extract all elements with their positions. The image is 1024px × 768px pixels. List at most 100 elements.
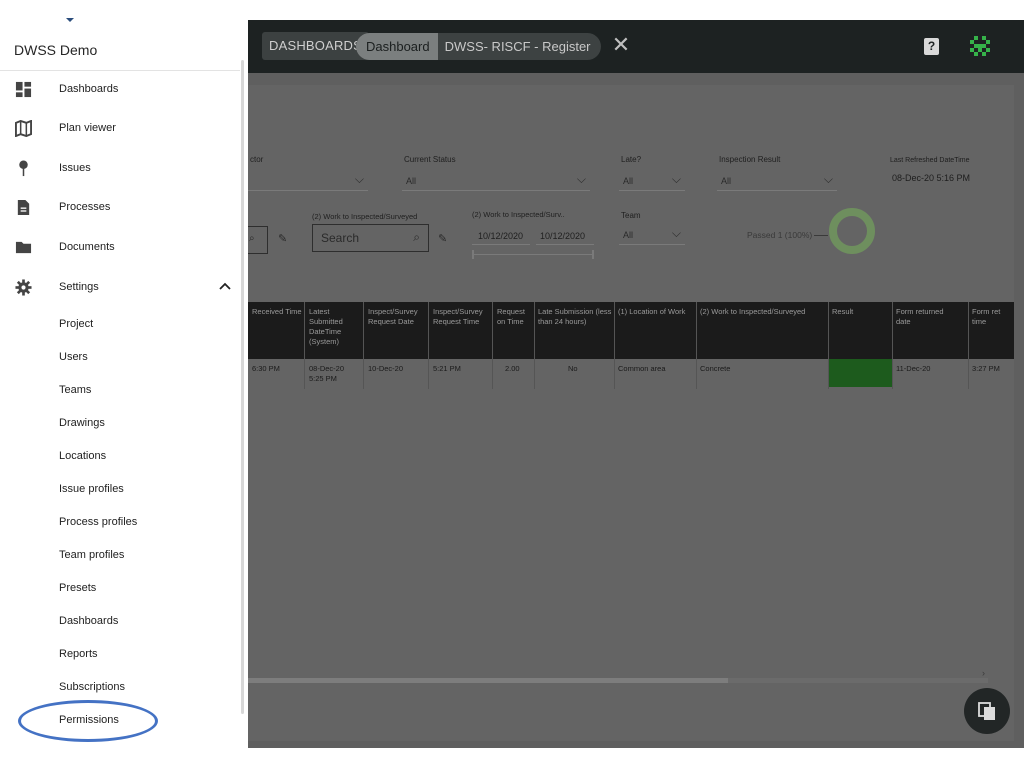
- slider-handle-right[interactable]: [592, 250, 594, 259]
- last-refreshed-value: 08-Dec-20 5:16 PM: [892, 173, 971, 183]
- th-location-of-work[interactable]: (1) Location of Work: [618, 307, 698, 317]
- date-to-input[interactable]: 10/12/2020: [536, 225, 594, 245]
- inspection-result-value: All: [721, 176, 732, 186]
- th-received-time[interactable]: Received Time: [252, 307, 302, 317]
- settings-item-reports[interactable]: Reports: [59, 648, 98, 660]
- date-from-value: 10/12/2020: [478, 231, 524, 241]
- th-form-returned-date[interactable]: Form returned date: [896, 307, 956, 327]
- search-icon: ⌕: [413, 230, 420, 244]
- chevron-down-icon: ⌵: [354, 172, 364, 186]
- pin-icon: [19, 160, 28, 177]
- settings-item-project[interactable]: Project: [59, 318, 93, 330]
- chevron-down-icon: ⌵: [823, 172, 833, 186]
- cell-request-on-time: 2.00: [505, 364, 520, 373]
- result-status-cell: [828, 359, 892, 387]
- nav-item-issues[interactable]: Issues: [0, 151, 240, 187]
- current-status-select[interactable]: All ⌵: [402, 171, 590, 191]
- cell-late-submission: No: [568, 364, 578, 373]
- settings-item-presets[interactable]: Presets: [59, 582, 96, 594]
- th-request-on-time[interactable]: Request on Time: [497, 307, 533, 327]
- dashboard-panel: ctor ⌵ Current Status All ⌵ Late? All ⌵ …: [248, 85, 1014, 741]
- eraser-icon[interactable]: ✎: [278, 232, 287, 245]
- close-icon[interactable]: ✕: [610, 34, 632, 56]
- breadcrumb: Dashboard DWSS- RISCF - Register: [356, 33, 601, 60]
- settings-item-subscriptions[interactable]: Subscriptions: [59, 681, 125, 693]
- last-refreshed-label: Last Refreshed DateTime: [890, 157, 970, 164]
- nav-item-settings[interactable]: Settings: [0, 270, 240, 306]
- scroll-right-icon[interactable]: ›: [982, 668, 985, 678]
- nav-item-label: Dashboards: [59, 83, 119, 95]
- avatar-icon[interactable]: [968, 34, 992, 58]
- chevron-down-icon: ⌵: [671, 172, 681, 186]
- dashboards-chip[interactable]: DASHBOARDS: [262, 32, 370, 60]
- permissions-highlight-annotation: [18, 700, 158, 742]
- map-icon: [15, 120, 32, 137]
- nav-item-label: Issues: [59, 162, 91, 174]
- chevron-down-icon: ⌵: [576, 172, 586, 186]
- th-request-time[interactable]: Inspect/Survey Request Time: [433, 307, 491, 327]
- help-icon[interactable]: ?: [924, 38, 939, 55]
- cell-location-of-work: Common area: [618, 364, 666, 373]
- horizontal-scrollbar-thumb[interactable]: [248, 678, 728, 683]
- eraser-icon[interactable]: ✎: [438, 232, 447, 245]
- date-range-slider[interactable]: [472, 254, 594, 255]
- work-label: (2) Work to Inspected/Surveyed: [312, 212, 418, 221]
- inspection-result-select[interactable]: All ⌵: [717, 171, 837, 191]
- th-late-submission[interactable]: Late Submission (less than 24 hours): [538, 307, 614, 327]
- th-work-inspected[interactable]: (2) Work to Inspected/Surveyed: [700, 307, 826, 317]
- th-latest-submitted[interactable]: Latest Submitted DateTime (System): [309, 307, 359, 347]
- settings-item-team-profiles[interactable]: Team profiles: [59, 549, 124, 561]
- contractor-label: ctor: [250, 155, 264, 164]
- settings-item-locations[interactable]: Locations: [59, 450, 106, 462]
- chevron-up-icon[interactable]: [218, 279, 232, 293]
- passed-donut-chart: [829, 208, 875, 254]
- inspection-result-label: Inspection Result: [719, 155, 781, 164]
- top-bar: DASHBOARDS Dashboard DWSS- RISCF - Regis…: [248, 20, 1024, 73]
- date-from-input[interactable]: 10/12/2020: [472, 225, 530, 245]
- settings-item-process-profiles[interactable]: Process profiles: [59, 516, 137, 528]
- prev-search-box[interactable]: ⌕: [248, 226, 268, 254]
- drawer-scrollbar[interactable]: [241, 60, 244, 714]
- cell-work-inspected: Concrete: [700, 364, 731, 373]
- team-select[interactable]: All ⌵: [619, 225, 685, 245]
- breadcrumb-dashboard[interactable]: Dashboard: [356, 33, 438, 60]
- settings-item-users[interactable]: Users: [59, 351, 88, 363]
- cell-form-returned-time: 3:27 PM: [972, 364, 1000, 373]
- cell-request-time: 5:21 PM: [433, 364, 461, 373]
- account-dropdown-caret-icon[interactable]: [66, 18, 74, 22]
- project-title[interactable]: DWSS Demo: [14, 42, 97, 58]
- drawer-divider: [0, 70, 240, 71]
- current-status-value: All: [406, 176, 417, 186]
- late-select[interactable]: All ⌵: [619, 171, 685, 191]
- search-icon: ⌕: [249, 233, 255, 244]
- work-search-input[interactable]: Search ⌕: [312, 224, 429, 252]
- th-result[interactable]: Result: [832, 307, 882, 317]
- nav-item-processes[interactable]: Processes: [0, 190, 240, 226]
- folder-icon: [15, 241, 32, 254]
- work-search-placeholder: Search: [321, 231, 360, 245]
- settings-item-drawings[interactable]: Drawings: [59, 417, 105, 429]
- nav-item-dashboards[interactable]: Dashboards: [0, 72, 240, 108]
- cell-form-returned-date: 11-Dec-20: [896, 364, 931, 373]
- nav-drawer: DWSS Demo Dashboards Plan viewer Issues …: [0, 0, 246, 768]
- nav-item-documents[interactable]: Documents: [0, 230, 240, 266]
- team-value: All: [623, 230, 634, 240]
- breadcrumb-register[interactable]: DWSS- RISCF - Register: [438, 33, 601, 60]
- copy-fab-button[interactable]: [964, 688, 1010, 734]
- late-value: All: [623, 176, 634, 186]
- work-range-label: (2) Work to Inspected/Surv..: [472, 210, 565, 219]
- nav-item-label: Settings: [59, 281, 99, 293]
- th-request-date[interactable]: Inspect/Survey Request Date: [368, 307, 428, 327]
- slider-handle-left[interactable]: [472, 250, 474, 259]
- settings-item-teams[interactable]: Teams: [59, 384, 91, 396]
- th-form-returned-time[interactable]: Form ret time: [972, 307, 1012, 327]
- contractor-select[interactable]: ⌵: [248, 171, 368, 191]
- nav-item-label: Documents: [59, 241, 115, 253]
- cell-request-date: 10-Dec-20: [368, 364, 404, 373]
- nav-item-plan-viewer[interactable]: Plan viewer: [0, 111, 240, 147]
- passed-summary: Passed 1 (100%): [747, 230, 813, 240]
- nav-item-label: Plan viewer: [59, 122, 116, 134]
- settings-item-issue-profiles[interactable]: Issue profiles: [59, 483, 124, 495]
- team-label: Team: [621, 211, 641, 220]
- settings-item-dashboards[interactable]: Dashboards: [59, 615, 118, 627]
